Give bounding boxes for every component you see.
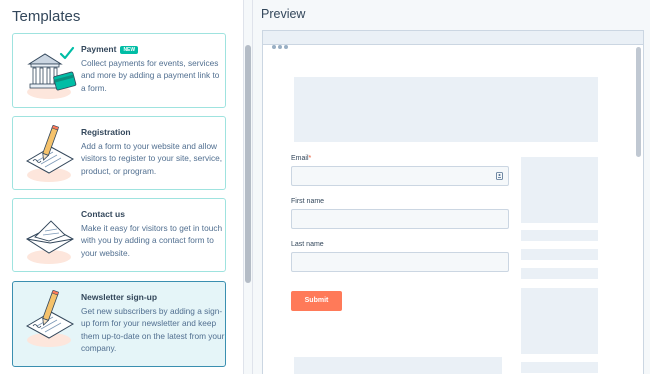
sidebar-placeholder <box>521 157 598 223</box>
header-placeholder <box>294 77 598 142</box>
templates-scrollbar[interactable] <box>244 0 253 374</box>
preview-panel: Preview Email* First name Last name Subm… <box>253 0 650 374</box>
last-name-field[interactable] <box>291 252 509 272</box>
preview-heading: Preview <box>261 7 306 21</box>
template-card-registration[interactable]: Registration Add a form to your website … <box>12 116 226 190</box>
sidebar-placeholder <box>521 362 598 373</box>
browser-bar <box>263 31 643 49</box>
template-description: Get new subscribers by adding a sign-up … <box>81 306 225 353</box>
new-badge: NEW <box>120 46 139 54</box>
sidebar-placeholder <box>521 249 598 260</box>
first-name-label: First name <box>291 198 325 205</box>
email-label: Email* <box>291 155 312 162</box>
footer-placeholder <box>294 357 502 374</box>
template-card-payment[interactable]: Payment NEW Collect payments for events, … <box>12 33 226 108</box>
last-name-label: Last name <box>291 241 324 248</box>
templates-panel: Templates Payment NEW Collect payments fo… <box>0 0 244 374</box>
clipboard-pencil-icon <box>25 125 75 182</box>
template-title: Newsletter sign-up <box>81 292 158 302</box>
template-description: Add a form to your website and allow vis… <box>81 141 223 176</box>
preview-scrollbar[interactable] <box>636 47 641 157</box>
bank-card-icon <box>27 46 77 99</box>
preview-frame: Email* First name Last name Submit <box>262 30 644 374</box>
first-name-field[interactable] <box>291 209 509 229</box>
template-description: Make it easy for visitors to get in touc… <box>81 223 223 258</box>
template-card-newsletter-signup[interactable]: Newsletter sign-up Get new subscribers b… <box>12 281 226 367</box>
template-title: Registration <box>81 127 131 137</box>
templates-scrollbar-thumb[interactable] <box>245 45 251 283</box>
sidebar-placeholder <box>521 288 598 354</box>
template-card-contact-us[interactable]: Contact us Make it easy for visitors to … <box>12 198 226 272</box>
window-dots-icon <box>272 36 290 54</box>
sidebar-placeholder <box>521 230 598 241</box>
contact-card-icon <box>496 172 503 180</box>
template-title: Contact us <box>81 209 125 219</box>
submit-button[interactable]: Submit <box>291 291 342 311</box>
forms-template-picker: Templates Payment NEW Collect payments fo… <box>0 0 650 374</box>
sidebar-placeholder <box>521 268 598 279</box>
newsletter-pencil-icon <box>25 290 75 347</box>
template-title: Payment NEW <box>81 44 139 54</box>
template-description: Collect payments for events, services an… <box>81 58 220 93</box>
envelope-icon <box>25 220 75 264</box>
email-field[interactable] <box>291 166 509 186</box>
templates-heading: Templates <box>12 8 81 25</box>
